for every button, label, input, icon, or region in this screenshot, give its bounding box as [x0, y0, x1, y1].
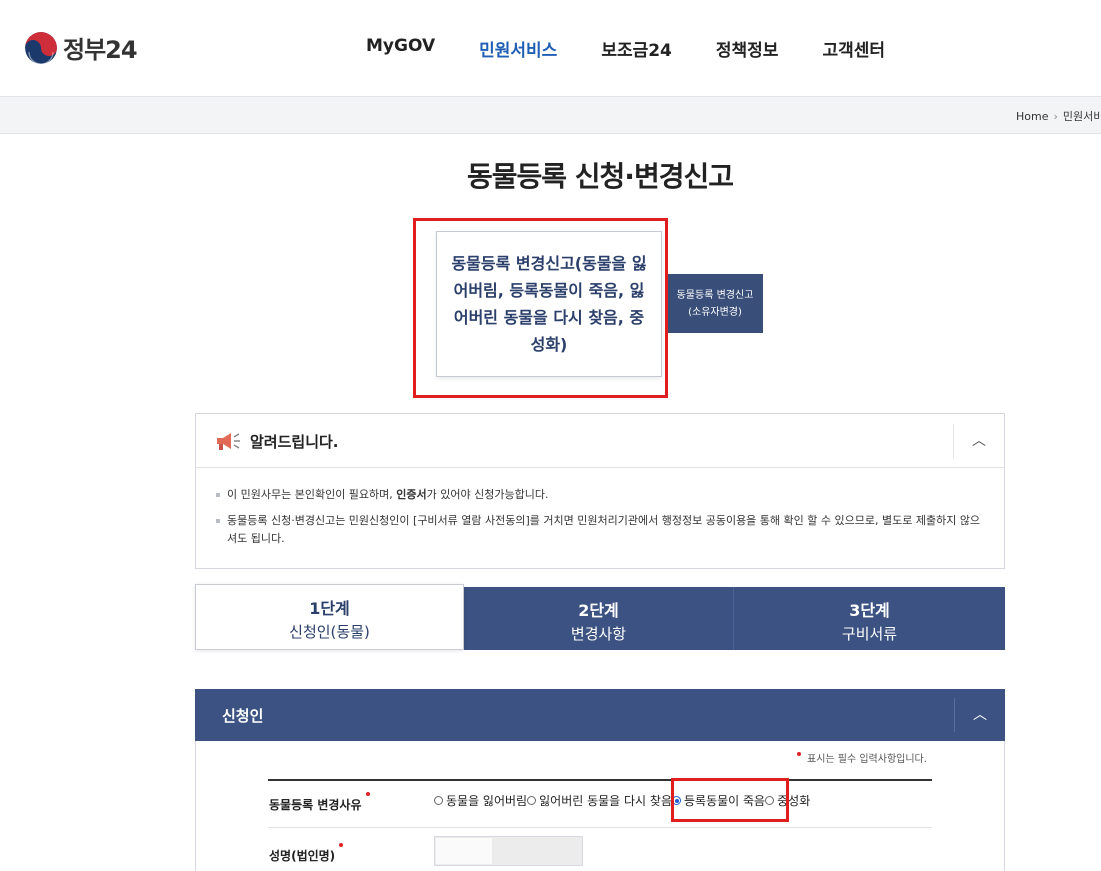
radio-circle-icon [765, 796, 775, 805]
radio-label: 중성화 [777, 794, 811, 808]
name-value [436, 838, 492, 864]
radio-found-animal[interactable]: 잃어버린 동물을 다시 찾음 [527, 792, 672, 809]
radio-label: 등록동물이 죽음 [684, 794, 766, 808]
step-tab-2[interactable]: 2단계 변경사항 [464, 587, 733, 650]
nav-item-policy-info[interactable]: 정책정보 [716, 36, 779, 61]
breadcrumb-home[interactable]: Home [1016, 110, 1048, 123]
form-top-border [268, 779, 932, 781]
chevron-right-icon: › [1053, 110, 1058, 123]
service-type-label: 동물등록 변경신고(소유자변경) [676, 289, 754, 318]
chevron-up-icon[interactable]: ︿ [953, 424, 1004, 458]
notice-text-bold: 인증서 [396, 488, 427, 501]
reason-radio-group: 동물을 잃어버림 잃어버린 동물을 다시 찾음 등록동물이 죽음 중성화 [434, 792, 810, 809]
page-title: 동물등록 신청·변경신고 [467, 160, 734, 193]
nav-item-customer-center[interactable]: 고객센터 [822, 36, 885, 61]
gov24-logo[interactable]: 정부24 [25, 30, 138, 65]
name-label-text: 성명(법인명) [269, 849, 336, 863]
nav-item-civil-service[interactable]: 민원서비스 [479, 36, 557, 61]
step-number: 3단계 [849, 601, 890, 620]
radio-label: 동물을 잃어버림 [446, 794, 528, 808]
required-dot-icon [797, 752, 801, 756]
radio-checked-icon [672, 796, 681, 805]
breadcrumb: Home › 민원서비 [1016, 108, 1101, 124]
notice-line: 이 민원사무는 본인확인이 필요하며, 인증서가 있어야 신청가능합니다. [216, 486, 986, 504]
radio-animal-died[interactable]: 등록동물이 죽음 [672, 792, 765, 809]
radio-lost-animal[interactable]: 동물을 잃어버림 [434, 792, 527, 809]
notice-panel: 알려드립니다. ︿ 이 민원사무는 본인확인이 필요하며, 인증서가 있어야 신… [195, 413, 1005, 569]
required-note-text: 표시는 필수 입력사항입니다. [807, 754, 927, 765]
notice-title: 알려드립니다. [250, 433, 339, 451]
step-number: 1단계 [309, 599, 350, 618]
megaphone-icon [214, 430, 242, 452]
step-label: 신청인(동물) [289, 623, 370, 641]
nav-item-subsidy24[interactable]: 보조금24 [601, 36, 672, 61]
taegeuk-logo-icon [25, 31, 57, 64]
chevron-up-icon[interactable]: ︿ [954, 698, 1005, 732]
reason-label: 동물등록 변경사유 [269, 792, 370, 813]
notice-header: 알려드립니다. ︿ [196, 414, 1004, 468]
service-type-card-owner-change[interactable]: 동물등록 변경신고(소유자변경) [667, 274, 763, 333]
required-dot-icon [365, 792, 370, 796]
required-note: 표시는 필수 입력사항입니다. [797, 750, 927, 765]
notice-body: 이 민원사무는 본인확인이 필요하며, 인증서가 있어야 신청가능합니다. 동물… [216, 486, 986, 556]
notice-text: 이 민원사무는 본인확인이 필요하며, [227, 488, 397, 501]
notice-line: 동물등록 신청·변경신고는 민원신청인이 [구비서류 열람 사전동의]를 거치면… [216, 512, 986, 548]
radio-neutered[interactable]: 중성화 [765, 792, 810, 809]
section-title: 신청인 [222, 707, 264, 725]
logo-text: 정부24 [63, 36, 138, 64]
main-nav: MyGOV 민원서비스 보조금24 정책정보 고객센터 [366, 36, 929, 61]
radio-circle-icon [434, 796, 443, 805]
form-row-divider [268, 827, 932, 828]
step-label: 구비서류 [841, 625, 898, 643]
required-dot-icon [339, 843, 344, 847]
step-tab-3[interactable]: 3단계 구비서류 [734, 587, 1005, 650]
step-label: 변경사항 [570, 625, 627, 643]
step-tabs: 1단계 신청인(동물) 2단계 변경사항 3단계 구비서류 [195, 584, 1005, 650]
applicant-form: 표시는 필수 입력사항입니다. 동물등록 변경사유 동물을 잃어버림 잃어버린 … [195, 741, 1005, 871]
reason-label-text: 동물등록 변경사유 [269, 798, 362, 812]
step-number: 2단계 [578, 601, 619, 620]
name-label: 성명(법인명) [269, 843, 344, 864]
nav-item-mygov[interactable]: MyGOV [366, 36, 435, 61]
radio-circle-icon [527, 796, 537, 805]
notice-text: 가 있어야 신청가능합니다. [426, 488, 549, 501]
service-type-card-change-report[interactable]: 동물등록 변경신고(동물을 잃어버림, 등록동물이 죽음, 잃어버린 동물을 다… [436, 231, 662, 377]
applicant-section-header: 신청인 ︿ [195, 689, 1005, 741]
site-header: 정부24 MyGOV 민원서비스 보조금24 정책정보 고객센터 [0, 0, 1101, 96]
name-input[interactable] [434, 836, 583, 866]
breadcrumb-bar: Home › 민원서비 [0, 96, 1101, 134]
service-type-label: 동물등록 변경신고(동물을 잃어버림, 등록동물이 죽음, 잃어버린 동물을 다… [451, 254, 647, 354]
step-tab-1[interactable]: 1단계 신청인(동물) [195, 584, 464, 650]
breadcrumb-current[interactable]: 민원서비 [1063, 110, 1101, 123]
radio-label: 잃어버린 동물을 다시 찾음 [539, 794, 672, 808]
